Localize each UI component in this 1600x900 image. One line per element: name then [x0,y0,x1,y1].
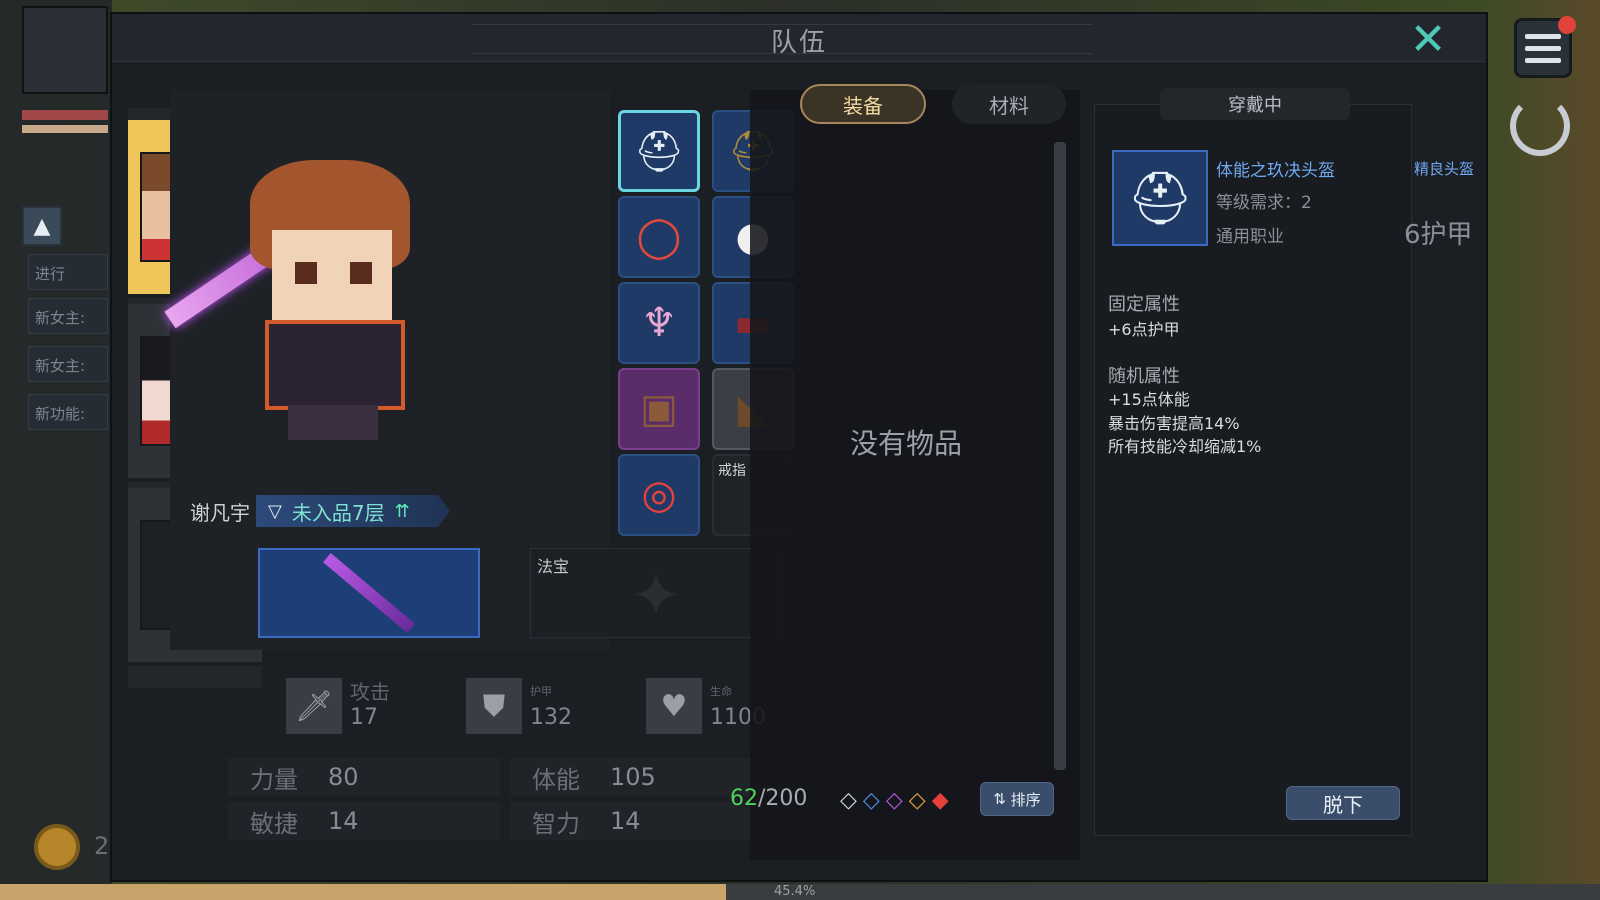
item-name: 体能之玖决头盔 [1216,161,1335,181]
slot-necklace[interactable]: ◯ [618,196,700,278]
coin-count: 2 [94,832,110,860]
item-icon: ⛑ [1112,150,1208,246]
quest-item[interactable]: 新女主: [28,298,108,334]
portal-icon[interactable] [1510,96,1570,156]
weapon-slot[interactable] [258,548,480,638]
inventory-scrollbar[interactable] [1054,142,1066,770]
helmet-icon: ⛑ [633,128,685,175]
unequip-button[interactable]: 脱下 [1286,786,1400,820]
title-bar: 队伍 ✕ [112,14,1486,62]
sprite-body [265,320,405,410]
slot-ring[interactable]: ◎ [618,454,700,536]
coin-icon [34,824,80,870]
fixed-attribute-line: +6点护甲 [1108,320,1180,339]
tab-equipped: 穿戴中 [1160,88,1350,120]
compass-star-icon: ✦ [631,561,682,631]
fixed-attributes-title: 固定属性 [1108,294,1180,315]
random-attribute-line: 暴击伤害提高14% [1108,414,1240,433]
quest-item[interactable]: 新女主: [28,346,108,382]
empty-inventory-text: 没有物品 [850,427,963,460]
page-title: 队伍 [770,28,827,58]
attr-value: 80 [328,763,359,791]
quest-item[interactable]: 新功能: [28,394,108,430]
item-class-req: 通用职业 [1216,227,1284,247]
filter-purple-icon[interactable]: ◇ [886,788,903,813]
attr-value: 14 [610,807,641,835]
ring-icon: ◎ [641,472,677,518]
sort-label: 排序 [1010,790,1041,809]
left-hud [0,0,112,900]
bracer-icon: ▣ [640,386,678,432]
sword-icon: 🗡 [286,678,342,734]
shield-icon: ⛊ [466,678,522,734]
random-attribute-line: 所有技能冷却缩减1% [1108,437,1262,456]
attr-value: 105 [610,763,656,791]
close-icon[interactable]: ✕ [1406,18,1450,64]
tab-equipment[interactable]: 装备 [800,84,926,124]
treasure-label: 法宝 [537,557,570,576]
stat-label: 攻击 [350,680,390,704]
inventory-capacity: 62/200 [730,786,807,811]
slot-helmet[interactable]: ⛑ [618,110,700,192]
rank-text: 未入品7层 [291,500,385,525]
character-name: 谢凡宇 [190,500,250,525]
slot-bracer[interactable]: ▣ [618,368,700,450]
attr-name: 体能 [532,765,580,794]
attr-name: 智力 [532,809,580,838]
upgrade-arrow-icon: ⇈ [394,500,410,522]
health-bar [22,110,108,120]
sprite-legs [288,405,378,440]
armor-icon: ♆ [641,300,677,346]
helmet-icon: ⛑ [1126,168,1193,229]
character-name-row: 谢凡宇 ▽ 未入品7层 ⇈ [190,494,450,528]
sprite-face [272,230,392,320]
filter-blue-icon[interactable]: ◇ [863,788,880,813]
slot-armor[interactable]: ♆ [618,282,700,364]
inventory-panel [750,90,1080,860]
attr-value: 14 [328,807,359,835]
progress-fill [0,884,727,900]
stat-armor: ⛊ 护甲 132 [466,678,572,734]
exp-bar [22,125,108,133]
filter-orange-icon[interactable]: ◇ [909,788,926,813]
capacity-used: 62 [730,786,758,811]
sword-icon [323,553,415,633]
player-avatar[interactable] [22,6,108,94]
rarity-filters: ◇ ◇ ◇ ◇ ◆ [840,788,949,813]
sprite-eye [350,262,372,284]
rank-icon: ▽ [268,500,282,522]
attr-agility: 敏捷 14 [228,802,500,840]
attr-name: 敏捷 [250,809,298,838]
character-sprite [164,160,440,440]
collapse-icon[interactable]: ▲ [22,206,62,246]
sort-button[interactable]: ⇅ 排序 [980,782,1054,816]
stat-label: 护甲 [530,685,552,698]
slot-label: 戒指 [718,463,746,479]
random-attribute-line: +15点体能 [1108,390,1190,409]
quest-button[interactable]: 进行 [28,254,108,290]
exp-progress-bar: 45.4% [0,884,1600,900]
sort-icon: ⇅ [993,790,1006,808]
sprite-eye [295,262,317,284]
item-type: 精良头盔 [1414,160,1475,178]
stat-value: 17 [350,705,378,730]
necklace-icon: ◯ [636,214,682,260]
stat-value: 132 [530,705,572,730]
stat-attack: 🗡 攻击 17 [286,678,390,734]
progress-text: 45.4% [774,884,816,899]
heart-icon: ♥ [646,678,702,734]
attr-strength: 力量 80 [228,758,500,796]
item-armor-value: 6护甲 [1404,220,1473,250]
notification-dot [1558,16,1576,34]
attr-name: 力量 [250,765,298,794]
capacity-total: /200 [758,786,808,811]
filter-red-icon[interactable]: ◆ [932,788,949,813]
random-attributes-title: 随机属性 [1108,366,1180,387]
treasure-slot[interactable]: 法宝 ✦ [530,548,784,638]
filter-white-icon[interactable]: ◇ [840,788,857,813]
tab-materials[interactable]: 材料 [952,84,1066,124]
stat-life: ♥ 生命 1100 [646,678,766,734]
rank-badge[interactable]: ▽ 未入品7层 ⇈ [256,495,450,527]
item-level-req: 等级需求：2 [1216,193,1312,213]
